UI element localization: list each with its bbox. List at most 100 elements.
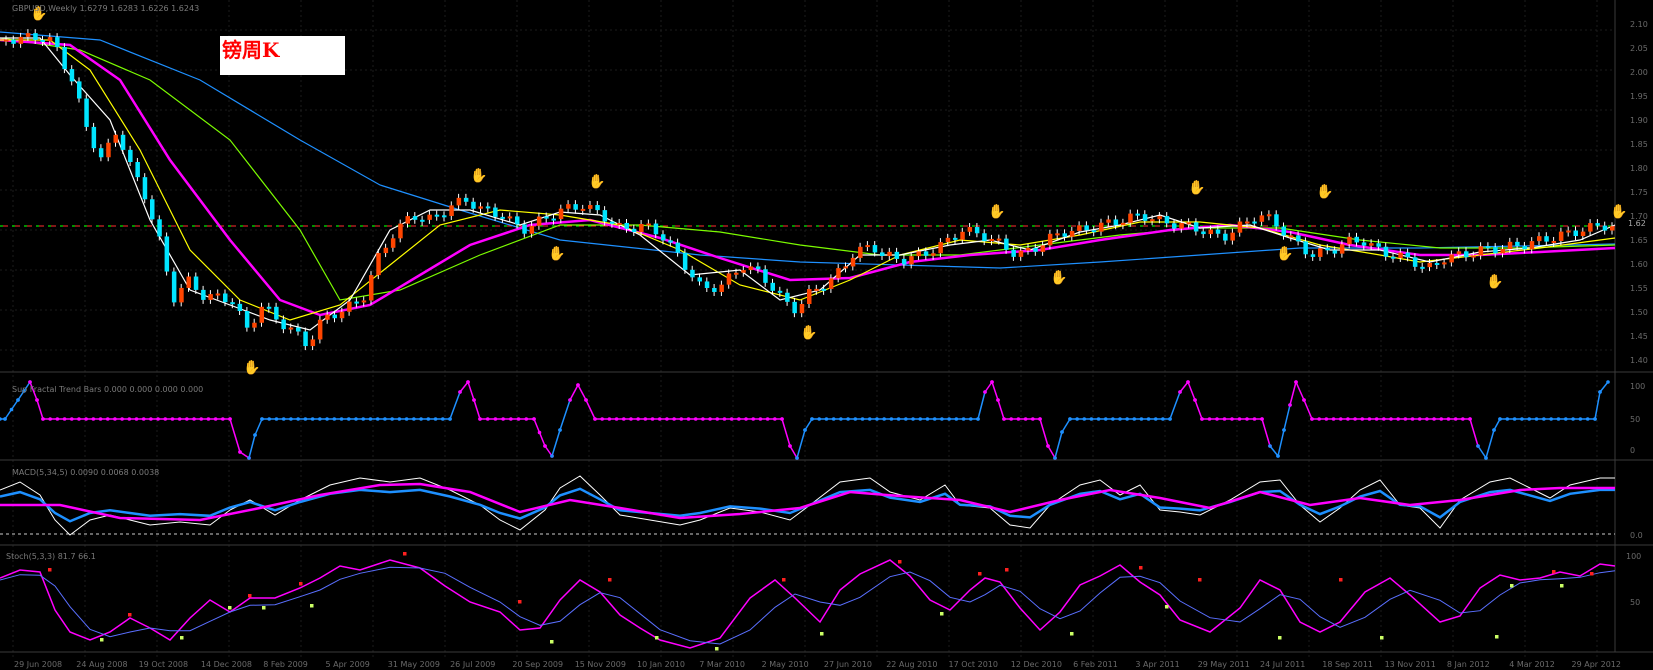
- stoch-oversold-marker: [1380, 636, 1384, 640]
- main-pane-title: GBPUSD,Weekly 1.6279 1.6283 1.6226 1.624…: [12, 4, 200, 13]
- trend-dot: [537, 430, 542, 435]
- bearish-candle: [69, 69, 75, 82]
- trend-segment: [1283, 404, 1291, 431]
- trend-dot: [803, 428, 807, 432]
- trend-dot: [1186, 380, 1190, 384]
- trend-dot: [773, 417, 777, 421]
- trend-dot: [206, 417, 211, 421]
- trend-pane-label-top: 100: [1630, 382, 1646, 391]
- annotation-label: 镑周K: [220, 36, 345, 75]
- trend-segment: [1477, 445, 1487, 459]
- trend-dot: [472, 398, 476, 402]
- stoch-pane-title: Stoch(5,3,3) 81.7 66.1: [6, 552, 96, 561]
- trend-dot: [1476, 444, 1480, 448]
- fractal-down-marker: ✋: [1276, 245, 1293, 262]
- bearish-candle: [785, 292, 790, 302]
- bullish-candle: [1106, 219, 1111, 223]
- trend-dot: [3, 417, 7, 421]
- stoch-pane-label-top: 100: [1626, 552, 1642, 561]
- bearish-candle: [1274, 214, 1279, 227]
- bearish-candle: [296, 327, 301, 332]
- stoch-overbought-marker: [299, 582, 303, 586]
- trend-dot: [62, 417, 67, 421]
- trend-dot: [397, 417, 402, 421]
- bullish-candle: [726, 273, 732, 285]
- trend-dot: [41, 417, 45, 421]
- stoch-overbought-marker: [898, 560, 902, 564]
- trend-dot: [1103, 417, 1108, 421]
- bearish-candle: [1113, 219, 1119, 226]
- trend-segment: [569, 384, 579, 401]
- trend-dot: [1082, 417, 1087, 421]
- bearish-candle: [120, 134, 126, 150]
- trend-segment: [1179, 381, 1189, 393]
- trend-dot: [686, 417, 691, 421]
- stoch-oversold-marker: [310, 604, 314, 608]
- trend-dot: [1046, 444, 1050, 448]
- bullish-candle: [259, 306, 264, 323]
- price-axis-label: 1.95: [1630, 92, 1648, 101]
- trend-segment: [559, 399, 571, 431]
- trend-dot: [867, 417, 872, 421]
- bullish-candle: [1186, 222, 1192, 225]
- stoch-oversold-marker: [655, 636, 659, 640]
- fractal-up-marker: ✋: [1188, 179, 1205, 196]
- trend-dot: [1585, 417, 1590, 421]
- date-axis-label: 2 May 2010: [761, 660, 809, 669]
- trend-segment: [229, 418, 241, 453]
- trend-dot: [550, 454, 554, 458]
- bullish-candle: [1245, 221, 1250, 224]
- trend-segment: [544, 445, 553, 457]
- trend-dot: [221, 417, 225, 421]
- trend-dot: [1002, 417, 1006, 421]
- trend-dot: [1331, 417, 1336, 421]
- bearish-candle: [544, 216, 549, 219]
- date-axis-label: 26 Jul 2009: [450, 660, 496, 669]
- trend-dot: [113, 417, 117, 421]
- stoch-main-line: [0, 559, 1616, 649]
- bullish-candle: [734, 272, 739, 275]
- stoch-signal-line: [0, 566, 1616, 645]
- trend-dot: [860, 417, 865, 421]
- bearish-candle: [675, 242, 681, 253]
- bullish-candle: [456, 197, 462, 206]
- bearish-candle: [1544, 236, 1549, 242]
- trend-dot: [354, 417, 358, 421]
- stoch-overbought-marker: [248, 594, 252, 598]
- bullish-candle: [1157, 216, 1162, 220]
- trend-dot: [516, 417, 521, 421]
- bearish-candle: [1201, 231, 1206, 235]
- trend-segment: [1054, 431, 1063, 459]
- trend-dot: [1374, 417, 1379, 421]
- trend-dot: [339, 417, 344, 421]
- bearish-candle: [1091, 230, 1097, 233]
- stoch-oversold-marker: [1510, 584, 1514, 588]
- bearish-candle: [1515, 241, 1520, 246]
- bullish-candle: [748, 266, 754, 271]
- trend-dot: [1125, 417, 1129, 421]
- trend-dot: [310, 417, 315, 421]
- bullish-candle: [814, 288, 819, 291]
- trend-dot: [593, 417, 597, 421]
- stoch-overbought-marker: [128, 613, 132, 617]
- trend-dot: [701, 417, 705, 421]
- trend-segment: [1047, 445, 1056, 459]
- trend-dot: [665, 417, 669, 421]
- bearish-candle: [777, 290, 783, 293]
- bearish-candle: [223, 293, 228, 303]
- fractal-down-marker: ✋: [1486, 273, 1503, 290]
- date-axis-label: 10 Jan 2010: [637, 660, 685, 669]
- trend-dot: [976, 417, 980, 421]
- bullish-candle: [478, 206, 483, 209]
- bearish-candle: [33, 33, 38, 40]
- bullish-candle: [1237, 221, 1243, 233]
- date-axis-label: 8 Jan 2012: [1446, 660, 1490, 669]
- trend-dot: [1389, 417, 1393, 421]
- bearish-candle: [763, 269, 768, 283]
- bullish-candle: [807, 289, 812, 305]
- trend-dot: [213, 417, 218, 421]
- trend-dot: [1068, 417, 1072, 421]
- date-axis-label: 29 May 2011: [1197, 660, 1250, 669]
- trend-dot: [448, 417, 452, 421]
- bullish-candle: [113, 134, 118, 143]
